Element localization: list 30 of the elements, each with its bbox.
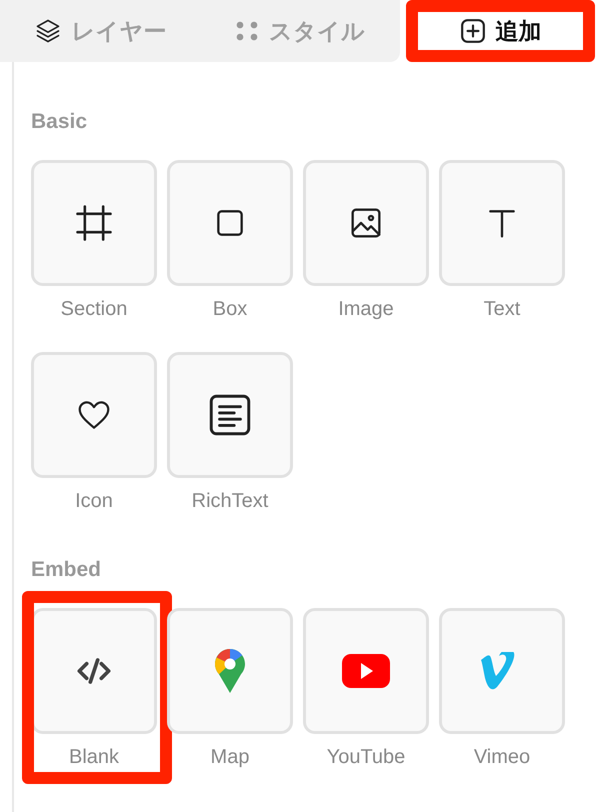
element-tile[interactable] xyxy=(167,608,293,734)
tile-label: Section xyxy=(60,298,128,321)
tile-label: Image xyxy=(338,298,394,321)
element-tile[interactable] xyxy=(31,608,157,734)
tile-label: Box xyxy=(212,298,248,321)
element-tile[interactable] xyxy=(303,160,429,286)
element-tile[interactable] xyxy=(167,352,293,478)
tile-label: Vimeo xyxy=(474,746,530,769)
element-tile[interactable] xyxy=(439,608,565,734)
element-tile[interactable] xyxy=(31,352,157,478)
tile-label: RichText xyxy=(192,490,268,513)
tab[interactable]: レイヤー xyxy=(0,0,200,62)
section-heading: Basic xyxy=(31,110,88,134)
tile-label: Icon xyxy=(75,490,113,513)
add-icon xyxy=(460,18,486,44)
element-tile[interactable] xyxy=(439,160,565,286)
tile-label: Text xyxy=(484,298,520,321)
tile-label: YouTube xyxy=(326,746,406,769)
tab[interactable]: 追加 xyxy=(406,0,595,62)
dots-icon xyxy=(235,19,259,43)
element-tile[interactable] xyxy=(167,160,293,286)
tile-label: Blank xyxy=(68,746,120,769)
tab[interactable]: スタイル xyxy=(200,0,400,62)
element-tile[interactable] xyxy=(31,160,157,286)
element-tile[interactable] xyxy=(303,608,429,734)
layers-icon xyxy=(34,17,62,45)
section-heading: Embed xyxy=(31,558,102,582)
tile-label: Map xyxy=(210,746,250,769)
play-icon xyxy=(342,654,390,688)
map-pin-icon xyxy=(214,648,246,694)
